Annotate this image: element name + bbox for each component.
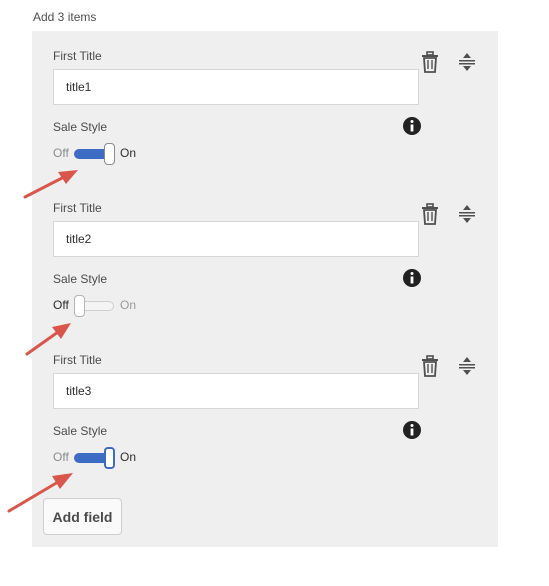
multifield-item-2: First Title Sale Style Off On: [32, 183, 498, 333]
first-title-label: First Title: [53, 49, 102, 63]
switch-off-label: Off: [53, 146, 69, 160]
sale-style-label: Sale Style: [53, 120, 108, 134]
reorder-icon[interactable]: [457, 51, 477, 73]
sale-style-label: Sale Style: [53, 272, 108, 286]
switch-off-label: Off: [53, 450, 69, 464]
switch-on-label: On: [120, 146, 137, 160]
info-icon[interactable]: [402, 420, 422, 440]
switch-handle[interactable]: [104, 447, 115, 469]
switch-off-label: Off: [53, 298, 69, 312]
first-title-input[interactable]: [53, 221, 419, 257]
switch-on-label: On: [120, 298, 137, 312]
sale-style-switch[interactable]: Off On: [53, 143, 173, 165]
info-icon[interactable]: [402, 116, 422, 136]
sale-style-label: Sale Style: [53, 424, 108, 438]
reorder-icon[interactable]: [457, 203, 477, 225]
multifield-item-1: First Title Sale Style Off On: [32, 31, 498, 181]
info-icon[interactable]: [402, 268, 422, 288]
sale-style-switch[interactable]: Off On: [53, 447, 173, 469]
first-title-label: First Title: [53, 201, 102, 215]
multifield-item-3: First Title Sale Style Off On: [32, 335, 498, 485]
switch-handle[interactable]: [104, 143, 115, 165]
trash-icon[interactable]: [420, 51, 440, 73]
sale-style-switch[interactable]: Off On: [53, 295, 173, 317]
multifield-panel: First Title Sale Style Off On First Titl…: [32, 31, 498, 547]
reorder-icon[interactable]: [457, 355, 477, 377]
trash-icon[interactable]: [420, 355, 440, 377]
switch-on-label: On: [120, 450, 137, 464]
first-title-input[interactable]: [53, 373, 419, 409]
first-title-input[interactable]: [53, 69, 419, 105]
arrow-icon: [7, 473, 73, 513]
trash-icon[interactable]: [420, 203, 440, 225]
switch-handle[interactable]: [74, 295, 85, 317]
arrow-icon: [25, 323, 71, 356]
multifield-label: Add 3 items: [33, 10, 97, 24]
arrow-icon: [23, 170, 78, 199]
